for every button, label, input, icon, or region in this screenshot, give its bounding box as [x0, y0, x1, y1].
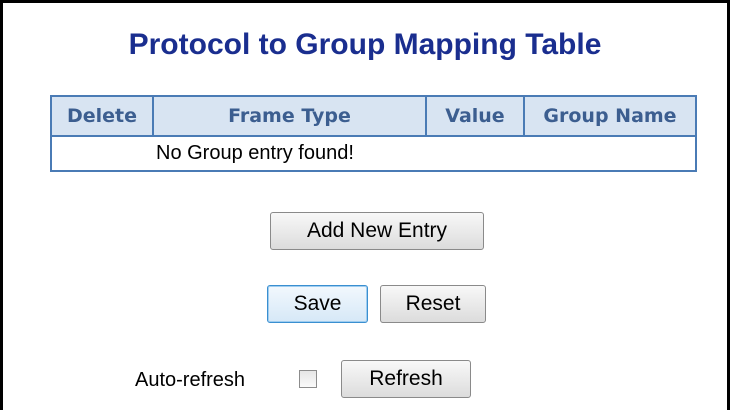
save-button[interactable]: Save [267, 285, 368, 323]
reset-button[interactable]: Reset [380, 285, 486, 323]
empty-table-message: No Group entry found! [156, 142, 354, 164]
table-row: No Group entry found! [52, 137, 695, 170]
refresh-button[interactable]: Refresh [341, 360, 471, 398]
protocol-group-mapping-table: Delete Frame Type Value Group Name No Gr… [50, 95, 697, 172]
auto-refresh-checkbox[interactable] [299, 370, 317, 388]
column-header-frame-type: Frame Type [154, 97, 427, 137]
column-header-group-name: Group Name [525, 97, 695, 137]
add-new-entry-button[interactable]: Add New Entry [270, 212, 484, 250]
column-header-value: Value [427, 97, 525, 137]
auto-refresh-label: Auto-refresh [135, 369, 246, 391]
column-header-delete: Delete [52, 97, 154, 137]
table-header-row: Delete Frame Type Value Group Name [52, 97, 695, 137]
page-title: Protocol to Group Mapping Table [128, 28, 602, 61]
